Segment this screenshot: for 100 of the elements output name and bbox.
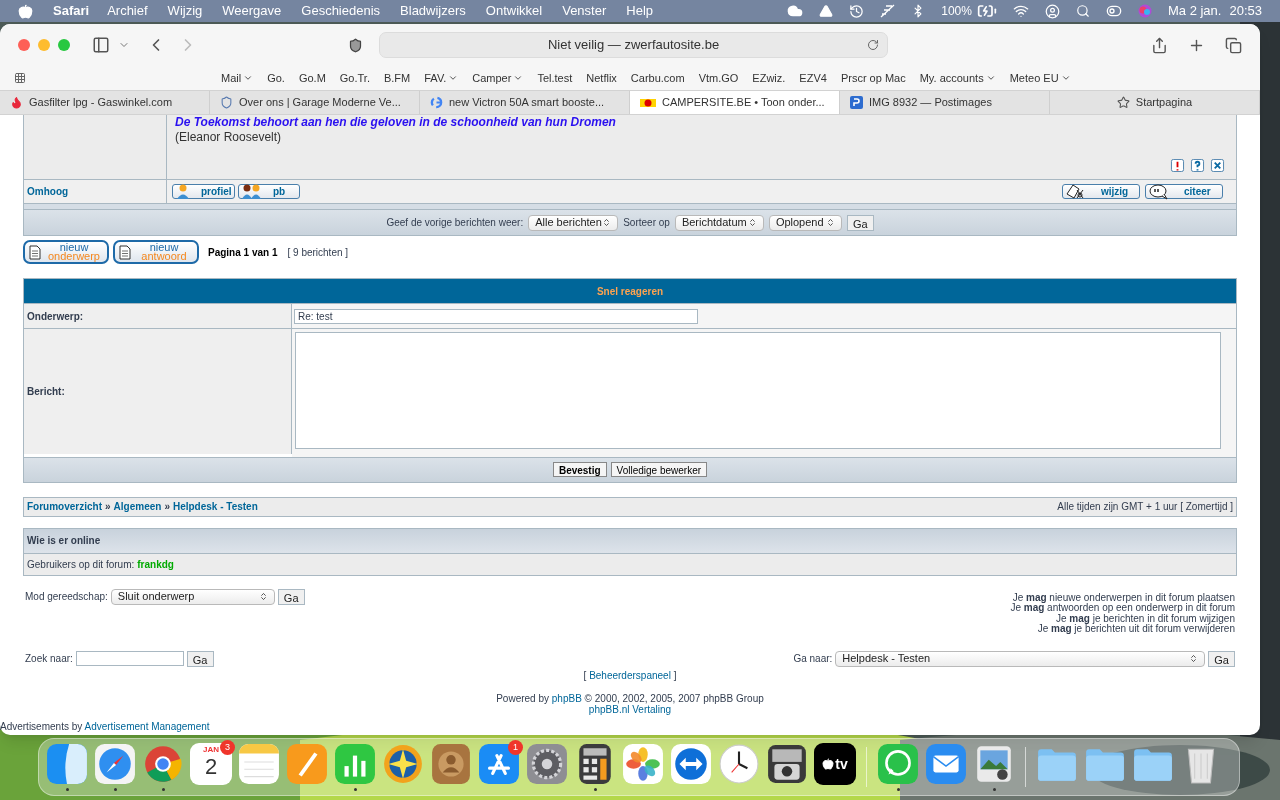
jump-select[interactable]: Helpdesk - Testen: [835, 650, 1206, 667]
bookmark-item[interactable]: My. accounts: [919, 69, 996, 87]
envelope-icon[interactable]: [925, 743, 967, 785]
flower-icon[interactable]: [622, 743, 664, 785]
menu-item[interactable]: Bladwijzers: [400, 1, 466, 21]
ads-link[interactable]: Advertisement Management: [84, 721, 210, 732]
split-square-icon[interactable]: [46, 743, 88, 785]
full-editor-button[interactable]: Volledige bewerker: [610, 462, 708, 477]
triangle-icon[interactable]: [819, 4, 834, 18]
menu-item[interactable]: Help: [626, 1, 654, 21]
address-bar[interactable]: Niet veilig — zwerfautosite.be: [379, 32, 888, 58]
contact-book-icon[interactable]: [430, 743, 472, 785]
bookmark-item[interactable]: EZwiz.: [752, 69, 786, 87]
close-icon[interactable]: [1210, 159, 1225, 172]
cloud-icon[interactable]: [787, 3, 804, 19]
tab-title: IMG 8932 — Postimages: [869, 95, 992, 111]
back-to-top-link[interactable]: Omhoog: [27, 184, 69, 199]
notepad-icon[interactable]: [238, 743, 280, 785]
menu-item[interactable]: Wijzig: [167, 1, 203, 21]
phpbb-link[interactable]: phpBB: [551, 692, 582, 704]
show-select[interactable]: Alle berichten: [528, 214, 619, 231]
message-field[interactable]: [295, 332, 1221, 449]
tricolor-circle-icon[interactable]: [142, 743, 184, 785]
subject-label: Onderwerp:: [27, 309, 84, 324]
bookmark-item[interactable]: Netflix: [586, 69, 617, 87]
apple-icon: [822, 758, 835, 770]
bookmark-item[interactable]: Camper: [472, 69, 524, 87]
breadcrumb-link[interactable]: Helpdesk - Testen: [172, 499, 258, 514]
history-icon[interactable]: [849, 3, 865, 19]
grid-icon[interactable]: [14, 72, 26, 84]
subject-field[interactable]: Re: test: [294, 308, 698, 324]
new-post-button[interactable]: nieuw onderwerp: [23, 240, 109, 264]
admin-panel-link[interactable]: Beheerderspaneel: [589, 669, 671, 681]
bookmark-item[interactable]: Carbu.com: [630, 69, 685, 87]
user-icon[interactable]: [1044, 3, 1060, 19]
menu-item[interactable]: Geschiedenis: [301, 1, 381, 21]
bookmark-item[interactable]: EZV4: [799, 69, 827, 87]
translation-link[interactable]: phpBB.nl Vertaling: [588, 703, 672, 715]
tv-icon[interactable]: tv: [814, 743, 856, 785]
report-icon[interactable]: [1170, 159, 1185, 172]
bookmark-item[interactable]: Vtm.GO: [698, 69, 739, 87]
wifi-icon[interactable]: [1012, 3, 1029, 19]
go-button[interactable]: Ga: [186, 650, 214, 667]
menubar-date[interactable]: Ma 2 jan.: [1167, 1, 1222, 21]
bookmark-item[interactable]: Go.: [267, 69, 285, 87]
tab-title: Over ons | Garage Moderne Ve...: [239, 95, 401, 111]
search-field[interactable]: [75, 651, 184, 666]
close-window-button[interactable]: [18, 39, 30, 51]
bookmark-item[interactable]: Mail: [221, 69, 254, 87]
bookmark-item[interactable]: FAV.: [424, 69, 459, 87]
app-store-icon[interactable]: [478, 743, 520, 785]
reload-icon[interactable]: [867, 39, 879, 51]
go-button[interactable]: Ga: [846, 214, 874, 231]
go-button[interactable]: Ga: [277, 588, 305, 605]
pen-icon[interactable]: [286, 743, 328, 785]
post-action-button[interactable]: citeer: [1145, 184, 1223, 199]
mod-tools-label: Mod gereedschap:: [25, 590, 108, 604]
chat-bubble-icon[interactable]: [877, 743, 919, 785]
gear-icon[interactable]: [526, 743, 568, 785]
breadcrumb-link[interactable]: Algemeen: [113, 499, 162, 514]
menu-item[interactable]: Safari: [53, 1, 90, 21]
camera-icon[interactable]: [766, 743, 808, 785]
tab-overview-icon[interactable]: [1225, 36, 1242, 54]
tab-title: new Victron 50A smart booste...: [449, 95, 605, 111]
bar-chart-icon[interactable]: [334, 743, 376, 785]
search-icon[interactable]: [1075, 4, 1090, 18]
bookmark-item[interactable]: B.FM: [383, 69, 411, 87]
menu-item[interactable]: Archief: [107, 1, 148, 21]
post-action-button[interactable]: profiel: [172, 184, 235, 199]
clock-icon[interactable]: [718, 743, 760, 785]
sort-select[interactable]: Berichtdatum: [674, 214, 764, 231]
bookmark-item[interactable]: Meteo EU: [1009, 69, 1071, 87]
apple-icon[interactable]: [18, 3, 33, 19]
menu-item[interactable]: Weergave: [222, 1, 282, 21]
bookmark-item[interactable]: Go.Tr.: [339, 69, 370, 87]
mod-tools-select[interactable]: Sluit onderwerp: [110, 588, 275, 605]
menubar-time[interactable]: 20:53: [1229, 1, 1262, 21]
browser-tab[interactable]: CAMPERSITE.BE • Toon onder...: [630, 91, 840, 114]
compass-rose-icon[interactable]: [382, 743, 424, 785]
shield-icon[interactable]: [348, 37, 363, 53]
slashed-lines-icon[interactable]: [880, 4, 896, 18]
post-action-button[interactable]: pb: [238, 184, 300, 199]
bookmark-item[interactable]: Go.M: [298, 69, 326, 87]
post-action-button[interactable]: wijzig: [1062, 184, 1140, 199]
menu-item[interactable]: Ontwikkel: [485, 1, 543, 21]
sidebar-icon[interactable]: [92, 36, 110, 54]
share-icon[interactable]: [1151, 36, 1168, 54]
bookmark-item[interactable]: Tel.test: [537, 69, 573, 87]
go-button[interactable]: Ga: [1208, 650, 1235, 667]
new-post-button[interactable]: nieuw antwoord: [113, 240, 199, 264]
menu-item[interactable]: Venster: [562, 1, 607, 21]
bookmark-item[interactable]: Prscr op Mac: [840, 69, 906, 87]
submit-button[interactable]: Bevestig: [552, 462, 607, 477]
order-select[interactable]: Oplopend: [768, 214, 842, 231]
colorful-orb-icon[interactable]: [1137, 4, 1152, 18]
breadcrumb-link[interactable]: Forumoverzicht: [27, 499, 102, 514]
zoom-window-button[interactable]: [58, 39, 70, 51]
compass-icon[interactable]: [94, 743, 136, 785]
toggle-icon[interactable]: [1105, 3, 1122, 19]
help-icon[interactable]: [1190, 159, 1205, 172]
